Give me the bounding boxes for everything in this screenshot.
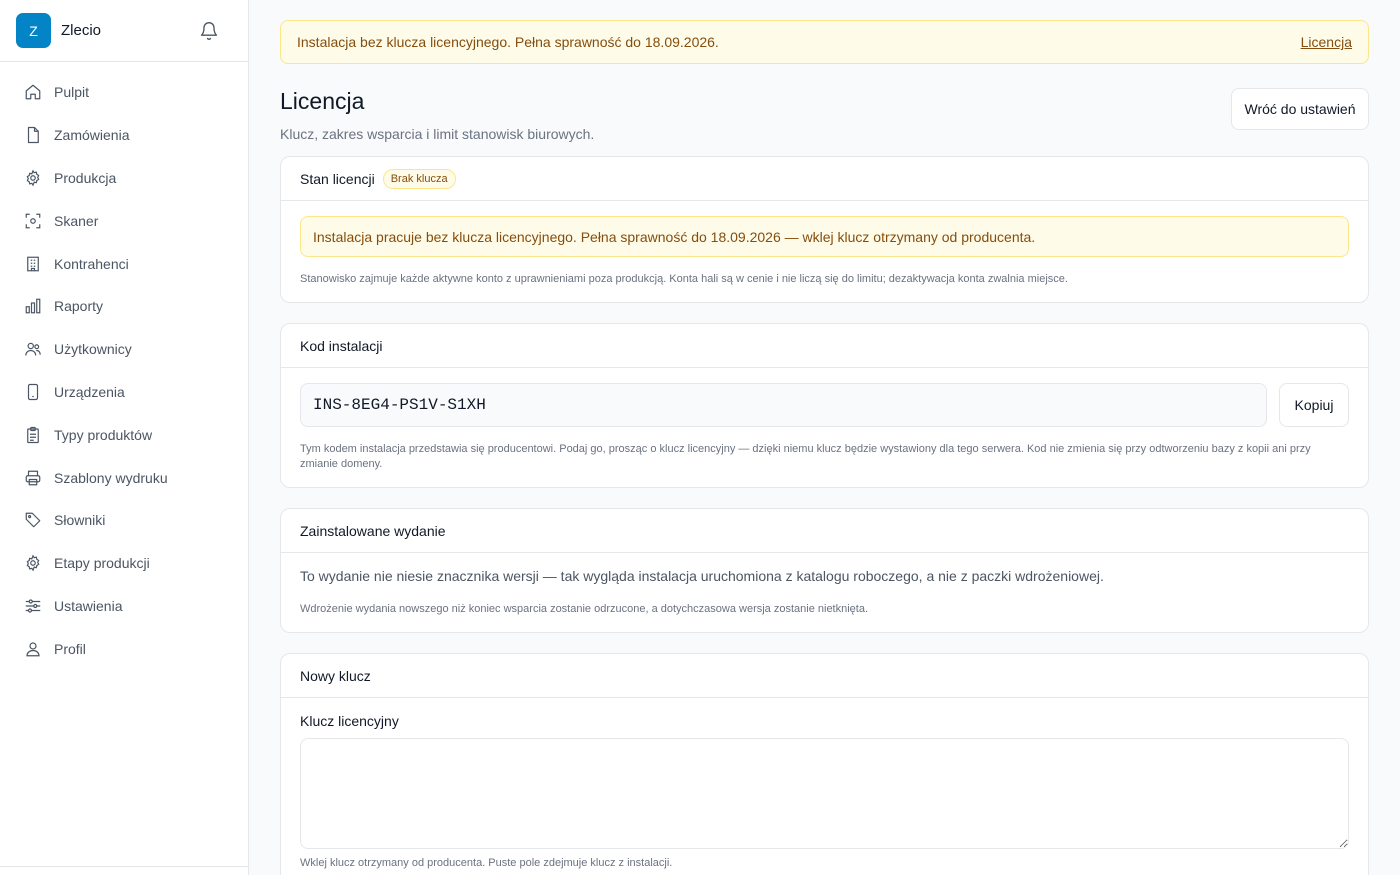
gear-icon [24,169,42,187]
banner-text: Instalacja bez klucza licencyjnego. Pełn… [297,34,719,50]
install-code-row: INS-8EG4-PS1V-S1XH Kopiuj [300,383,1349,427]
tag-icon [24,511,42,529]
install-code-value[interactable]: INS-8EG4-PS1V-S1XH [300,383,1267,427]
sidebar-item-label: Produkcja [54,169,117,186]
card-header: Zainstalowane wydanie [281,509,1368,553]
installed-release-card: Zainstalowane wydanie To wydanie nie nie… [280,508,1369,633]
users-icon [24,340,42,358]
user-icon [24,640,42,658]
license-warning: Instalacja pracuje bez klucza licencyjne… [300,216,1349,257]
card-header: Kod instalacji [281,324,1368,368]
sidebar-item-etapy-produkcji[interactable]: Etapy produkcji [0,542,248,585]
sidebar-item-pulpit[interactable]: Pulpit [0,71,248,114]
gear-icon [24,554,42,572]
status-badge: Brak klucza [382,168,456,189]
card-header: Stan licencji Brak klucza [281,157,1368,201]
page-title: Licencja [280,88,365,114]
sidebar-item-label: Profil [54,640,86,657]
release-text: To wydanie nie niesie znacznika wersji —… [300,568,1104,584]
sidebar-item-kontrahenci[interactable]: Kontrahenci [0,242,248,285]
printer-icon [24,469,42,487]
bell-icon[interactable] [197,19,221,43]
scan-icon [24,212,42,230]
sidebar-footer [0,866,248,875]
license-key-input[interactable] [300,738,1349,849]
sidebar-item-typy-produktow[interactable]: Typy produktów [0,413,248,456]
sidebar-item-label: Zamówienia [54,127,130,144]
sidebar-item-label: Ustawienia [54,597,123,614]
sidebar-item-skaner[interactable]: Skaner [0,199,248,242]
card-title: Stan licencji [300,170,375,187]
sidebar-nav: Pulpit Zamówienia Produkcja Skaner Kontr… [0,62,248,670]
install-code-card: Kod instalacji INS-8EG4-PS1V-S1XH Kopiuj… [280,323,1369,488]
sidebar-item-label: Typy produktów [54,426,153,443]
card-header: Nowy klucz [281,654,1368,698]
sidebar-item-label: Szablony wydruku [54,469,168,486]
new-key-card: Nowy klucz Klucz licencyjny Wklej klucz … [280,653,1369,875]
main-content: Instalacja bez klucza licencyjnego. Pełn… [280,20,1369,875]
seat-note: Stanowisko zajmuje każde aktywne konto z… [300,273,1068,285]
release-note: Wdrożenie wydania nowszego niż koniec ws… [300,603,869,615]
back-to-settings-button[interactable]: Wróć do ustawień [1231,88,1369,130]
home-icon [24,83,42,101]
sidebar-item-label: Słowniki [54,512,106,529]
card-body: Instalacja pracuje bez klucza licencyjne… [281,201,1368,302]
card-body: To wydanie nie niesie znacznika wersji —… [281,553,1368,632]
sidebar-item-uzytkownicy[interactable]: Użytkownicy [0,328,248,371]
card-title: Zainstalowane wydanie [300,522,446,539]
sidebar-item-zamowienia[interactable]: Zamówienia [0,114,248,157]
card-title: Kod instalacji [300,337,383,354]
card-body: Klucz licencyjny Wklej klucz otrzymany o… [281,698,1368,875]
sidebar-item-szablony-wydruku[interactable]: Szablony wydruku [0,456,248,499]
sidebar-item-label: Pulpit [54,84,90,101]
sidebar-item-label: Etapy produkcji [54,555,150,572]
sidebar-item-produkcja[interactable]: Produkcja [0,157,248,200]
sidebar-item-ustawienia[interactable]: Ustawienia [0,585,248,628]
copy-button[interactable]: Kopiuj [1279,383,1349,427]
license-state-card: Stan licencji Brak klucza Instalacja pra… [280,156,1369,303]
app-logo[interactable]: Z [16,13,51,48]
document-icon [24,126,42,144]
license-banner: Instalacja bez klucza licencyjnego. Pełn… [280,20,1369,64]
sidebar-item-label: Raporty [54,298,104,315]
card-body: INS-8EG4-PS1V-S1XH Kopiuj Tym kodem inst… [281,368,1368,487]
sidebar-item-profil[interactable]: Profil [0,627,248,670]
sliders-icon [24,597,42,615]
brand-bar: Z Zlecio [0,0,248,62]
app-name: Zlecio [61,22,102,39]
sidebar-item-urzadzenia[interactable]: Urządzenia [0,371,248,414]
clipboard-icon [24,426,42,444]
sidebar-item-label: Skaner [54,212,99,229]
phone-icon [24,383,42,401]
license-key-label: Klucz licencyjny [300,713,399,729]
sidebar: Z Zlecio Pulpit Zamówienia Produkcja Ska… [0,0,249,875]
sidebar-item-slowniki[interactable]: Słowniki [0,499,248,542]
page-subtitle: Klucz, zakres wsparcia i limit stanowisk… [280,126,595,142]
building-icon [24,255,42,273]
sidebar-item-label: Kontrahenci [54,255,129,272]
bar-chart-icon [24,297,42,315]
card-title: Nowy klucz [300,667,371,684]
license-key-hint: Wklej klucz otrzymany od producenta. Pus… [300,857,673,869]
sidebar-item-label: Urządzenia [54,383,125,400]
sidebar-item-raporty[interactable]: Raporty [0,285,248,328]
page-header: Licencja Klucz, zakres wsparcia i limit … [280,64,1369,156]
sidebar-item-label: Użytkownicy [54,341,132,358]
install-code-note: Tym kodem instalacja przedstawia się pro… [300,443,1311,470]
banner-license-link[interactable]: Licencja [1301,34,1352,50]
